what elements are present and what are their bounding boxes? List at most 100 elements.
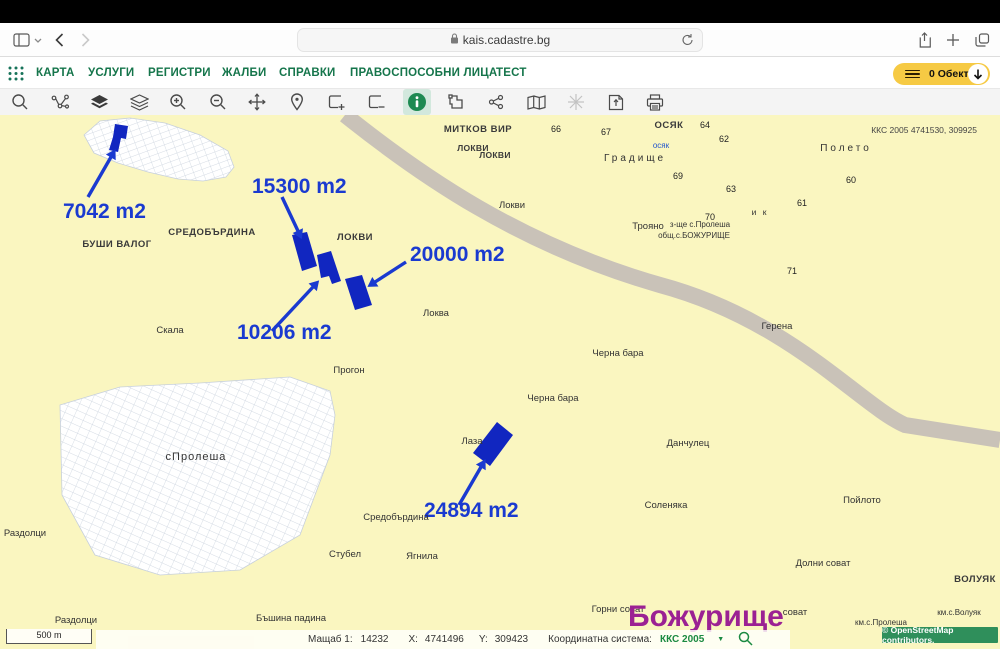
nav-link-3[interactable]: РЕГИСТРИ xyxy=(148,57,211,89)
map-label: Черна бара xyxy=(592,348,644,359)
rect-minus-tool-icon[interactable] xyxy=(363,89,391,115)
area-annotation: 7042 m2 xyxy=(63,200,146,223)
town-label: Божурище xyxy=(628,600,784,633)
x-label: X: xyxy=(408,634,418,645)
lock-icon xyxy=(450,31,459,49)
nodes-tool-icon[interactable] xyxy=(482,89,510,115)
crs-label: Координатна система: xyxy=(548,634,652,645)
crs-value[interactable]: ККС 2005 xyxy=(660,634,704,645)
export-tool-icon[interactable] xyxy=(602,89,630,115)
coord-note: ККС 2005 4741530, 309925 xyxy=(871,125,977,135)
osm-text: © OpenStreetMap contributors. xyxy=(882,625,954,645)
search-tool-icon[interactable] xyxy=(6,89,34,115)
map-label: СРЕДОБЪРДИНА xyxy=(168,227,255,238)
osm-attribution: © OpenStreetMap contributors. xyxy=(882,625,998,645)
marker-tool-icon[interactable] xyxy=(283,89,311,115)
reload-icon[interactable] xyxy=(681,33,694,52)
layers-outline-tool-icon[interactable] xyxy=(125,89,153,115)
route-nodes-tool-icon[interactable] xyxy=(46,89,74,115)
map-toolbar xyxy=(0,89,1000,115)
back-button[interactable] xyxy=(55,23,64,57)
cadastral-map[interactable]: 7042 m2 15300 m2 20000 m2 10206 m2 24894 m2 М… xyxy=(0,115,1000,649)
nav-link-4[interactable]: ЖАЛБИ xyxy=(222,57,266,89)
map-label: Скала xyxy=(156,325,184,336)
map-folded-tool-icon[interactable] xyxy=(522,89,550,115)
scale-bar-label: 500 m xyxy=(36,630,62,640)
zoom-out-tool-icon[interactable] xyxy=(204,89,232,115)
map-label: ВОЛУЯК xyxy=(954,574,996,585)
crosshair-tool-icon[interactable] xyxy=(562,89,590,115)
url-text: kais.cadastre.bg xyxy=(462,33,551,47)
layers-filled-tool-icon[interactable] xyxy=(85,89,113,115)
new-tab-icon[interactable] xyxy=(946,33,960,47)
map-label: 60 xyxy=(846,175,856,185)
address-bar[interactable]: kais.cadastre.bg xyxy=(297,28,703,52)
nav-link-6[interactable]: ПРАВОСПОСОБНИ ЛИЦА xyxy=(350,57,497,89)
chevron-down-icon[interactable] xyxy=(34,38,42,43)
map-label: и к xyxy=(752,207,769,217)
share-icon[interactable] xyxy=(918,32,931,48)
map-label: Ягнила xyxy=(406,551,438,562)
rect-plus-tool-icon[interactable] xyxy=(323,89,351,115)
map-label: 63 xyxy=(726,184,736,194)
forward-button[interactable] xyxy=(81,23,90,57)
nav-link-5[interactable]: СПРАВКИ xyxy=(279,57,336,89)
sidebar-icon[interactable] xyxy=(13,33,30,47)
browser-toolbar: kais.cadastre.bg xyxy=(0,23,1000,57)
y-value: 309423 xyxy=(494,634,529,645)
nav-link-7[interactable]: ТЕСТ xyxy=(496,57,527,89)
x-value: 4741496 xyxy=(424,634,464,645)
collapse-button[interactable] xyxy=(968,64,988,84)
map-label: 66 xyxy=(551,124,561,134)
map-label: Бъшина падина xyxy=(256,613,327,624)
map-search-icon[interactable] xyxy=(738,631,753,649)
print-tool-icon[interactable] xyxy=(641,89,669,115)
menu-icon xyxy=(905,69,920,79)
scale-value: 14232 xyxy=(360,634,389,645)
map-label: ОСЯК xyxy=(655,120,684,131)
objects-button[interactable]: 0 Обекти xyxy=(893,63,990,85)
map-label: Средобърдина xyxy=(363,512,429,523)
map-label: соват xyxy=(783,607,808,618)
map-label: Соленяка xyxy=(645,500,689,511)
map-label: Лаза xyxy=(461,436,483,447)
map-label: Локва xyxy=(423,308,450,319)
map-label: 69 xyxy=(673,171,683,181)
crs-dropdown-icon[interactable]: ▼ xyxy=(717,636,724,643)
area-annotation: 20000 m2 xyxy=(410,243,505,266)
map-label: 62 xyxy=(719,134,729,144)
nav-link-1[interactable]: КАРТА xyxy=(36,57,74,89)
map-label: км.с.Волуяк xyxy=(937,608,981,617)
status-bar: Мащаб 1: 14232 X: 4741496 Y: 309423 Коор… xyxy=(96,630,790,649)
select-shape-tool-icon[interactable] xyxy=(442,89,470,115)
map-label: ЛОКВИ xyxy=(479,150,511,160)
map-label: Локви xyxy=(499,200,525,211)
macos-menubar xyxy=(0,0,1000,23)
map-label: Долни соват xyxy=(796,558,852,569)
area-annotation: 24894 m2 xyxy=(424,499,519,522)
apps-grid-icon[interactable] xyxy=(8,66,24,81)
area-annotation: 15300 m2 xyxy=(252,175,347,198)
map-label: Черна бара xyxy=(527,393,579,404)
nav-link-2[interactable]: УСЛУГИ xyxy=(88,57,134,89)
map-label: Стубел xyxy=(329,549,361,560)
map-label: ЛОКВИ xyxy=(337,232,373,243)
map-label: з-ще с.Пролеша xyxy=(670,220,731,229)
scale-bar: 500 m xyxy=(6,629,92,644)
area-annotation: 10206 m2 xyxy=(237,321,332,344)
pan-tool-icon[interactable] xyxy=(243,89,271,115)
map-label: сПролеша xyxy=(166,451,227,463)
map-label: 67 xyxy=(601,127,611,137)
info-tool-icon[interactable] xyxy=(403,89,431,115)
map-label: Раздолци xyxy=(4,528,46,539)
zoom-in-tool-icon[interactable] xyxy=(164,89,192,115)
map-label: 61 xyxy=(797,198,807,208)
map-label: Герена xyxy=(762,321,794,332)
map-label: Прогон xyxy=(333,365,364,376)
map-label: Данчулец xyxy=(667,438,710,449)
map-label: Раздолци xyxy=(55,615,97,626)
map-label: БУШИ ВАЛОГ xyxy=(82,239,151,250)
tabs-overview-icon[interactable] xyxy=(975,33,990,47)
map-label: 71 xyxy=(787,266,797,276)
map-label: МИТКОВ ВИР xyxy=(444,124,512,135)
